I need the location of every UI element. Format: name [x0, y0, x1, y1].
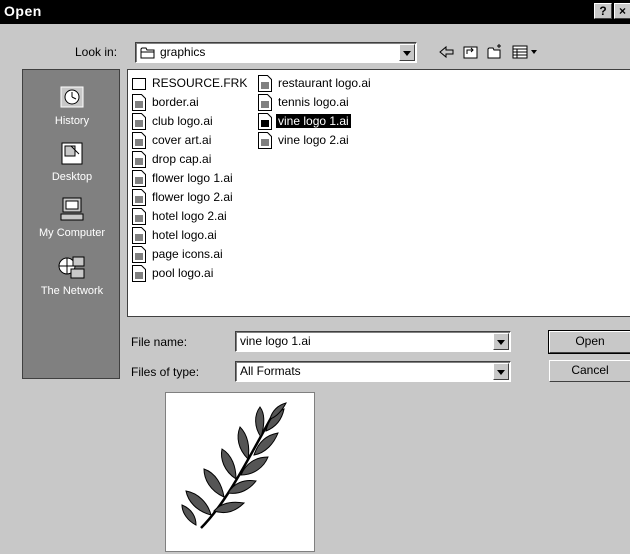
place-desktop[interactable]: Desktop: [23, 140, 121, 183]
illustrator-file-icon: [132, 227, 146, 244]
file-name: vine logo 1.ai: [276, 114, 351, 128]
cancel-button[interactable]: Cancel: [549, 360, 630, 382]
file-name: vine logo 2.ai: [278, 133, 349, 147]
file-name: page icons.ai: [152, 247, 223, 261]
place-history[interactable]: History: [23, 84, 121, 127]
history-icon: [60, 86, 84, 108]
open-button[interactable]: Open: [548, 330, 630, 354]
filename-label: File name:: [131, 335, 188, 349]
file-name: border.ai: [152, 95, 199, 109]
illustrator-file-icon: [132, 132, 146, 149]
filetype-label: Files of type:: [131, 365, 200, 379]
place-history-label: History: [54, 115, 90, 127]
filename-dropdown-arrow[interactable]: [493, 333, 509, 350]
file-name: pool logo.ai: [152, 266, 214, 280]
folder-icon: [140, 47, 155, 59]
places-bar: History Desktop My Computer The Network: [22, 69, 120, 379]
illustrator-file-icon: [132, 151, 146, 168]
file-name: flower logo 1.ai: [152, 171, 233, 185]
place-network[interactable]: The Network: [23, 254, 121, 297]
file-name: cover art.ai: [152, 133, 212, 147]
place-my-computer[interactable]: My Computer: [23, 196, 121, 239]
network-icon: [58, 256, 85, 279]
lookin-value: graphics: [160, 45, 206, 59]
illustrator-file-icon: [132, 170, 146, 187]
illustrator-file-icon: [132, 208, 146, 225]
filetype-dropdown-arrow[interactable]: [493, 363, 509, 380]
illustrator-file-icon: [258, 113, 272, 130]
place-desktop-label: Desktop: [51, 171, 93, 183]
illustrator-file-icon: [132, 94, 146, 111]
illustrator-file-icon: [258, 132, 272, 149]
file-name: RESOURCE.FRK: [152, 76, 248, 90]
preview-pane: [165, 392, 315, 552]
lookin-dropdown[interactable]: graphics: [135, 42, 417, 63]
filename-value: vine logo 1.ai: [240, 334, 311, 348]
help-button[interactable]: ?: [594, 3, 612, 19]
file-name: drop cap.ai: [152, 152, 212, 166]
new-folder-icon[interactable]: [486, 43, 504, 61]
lookin-dropdown-arrow[interactable]: [399, 44, 415, 61]
place-network-label: The Network: [40, 285, 104, 297]
illustrator-file-icon: [258, 75, 272, 92]
file-list[interactable]: RESOURCE.FRK border.ai club logo.ai cove…: [127, 69, 630, 317]
place-my-computer-label: My Computer: [38, 227, 106, 239]
illustrator-file-icon: [132, 246, 146, 263]
filetype-value: All Formats: [240, 364, 301, 378]
file-name: tennis logo.ai: [278, 95, 349, 109]
vine-logo-preview-image: [181, 402, 287, 529]
file-name: restaurant logo.ai: [278, 76, 371, 90]
folder-icon: [132, 78, 146, 90]
file-name: flower logo 2.ai: [152, 190, 233, 204]
filename-input[interactable]: vine logo 1.ai: [235, 331, 511, 352]
close-button[interactable]: ×: [614, 3, 630, 19]
file-name: hotel logo 2.ai: [152, 209, 227, 223]
filetype-dropdown[interactable]: All Formats: [235, 361, 511, 382]
illustrator-file-icon: [132, 265, 146, 282]
my-computer-icon: [60, 197, 84, 221]
back-icon[interactable]: [438, 43, 456, 61]
view-menu-icon[interactable]: [512, 43, 542, 61]
file-name: club logo.ai: [152, 114, 213, 128]
up-folder-icon[interactable]: [462, 43, 480, 61]
desktop-icon: [61, 142, 83, 165]
illustrator-file-icon: [258, 94, 272, 111]
window-title: Open: [4, 3, 42, 19]
lookin-label: Look in:: [75, 45, 118, 59]
illustrator-file-icon: [132, 189, 146, 206]
file-name: hotel logo.ai: [152, 228, 217, 242]
illustrator-file-icon: [132, 113, 146, 130]
title-bar: Open ? ×: [0, 0, 630, 24]
